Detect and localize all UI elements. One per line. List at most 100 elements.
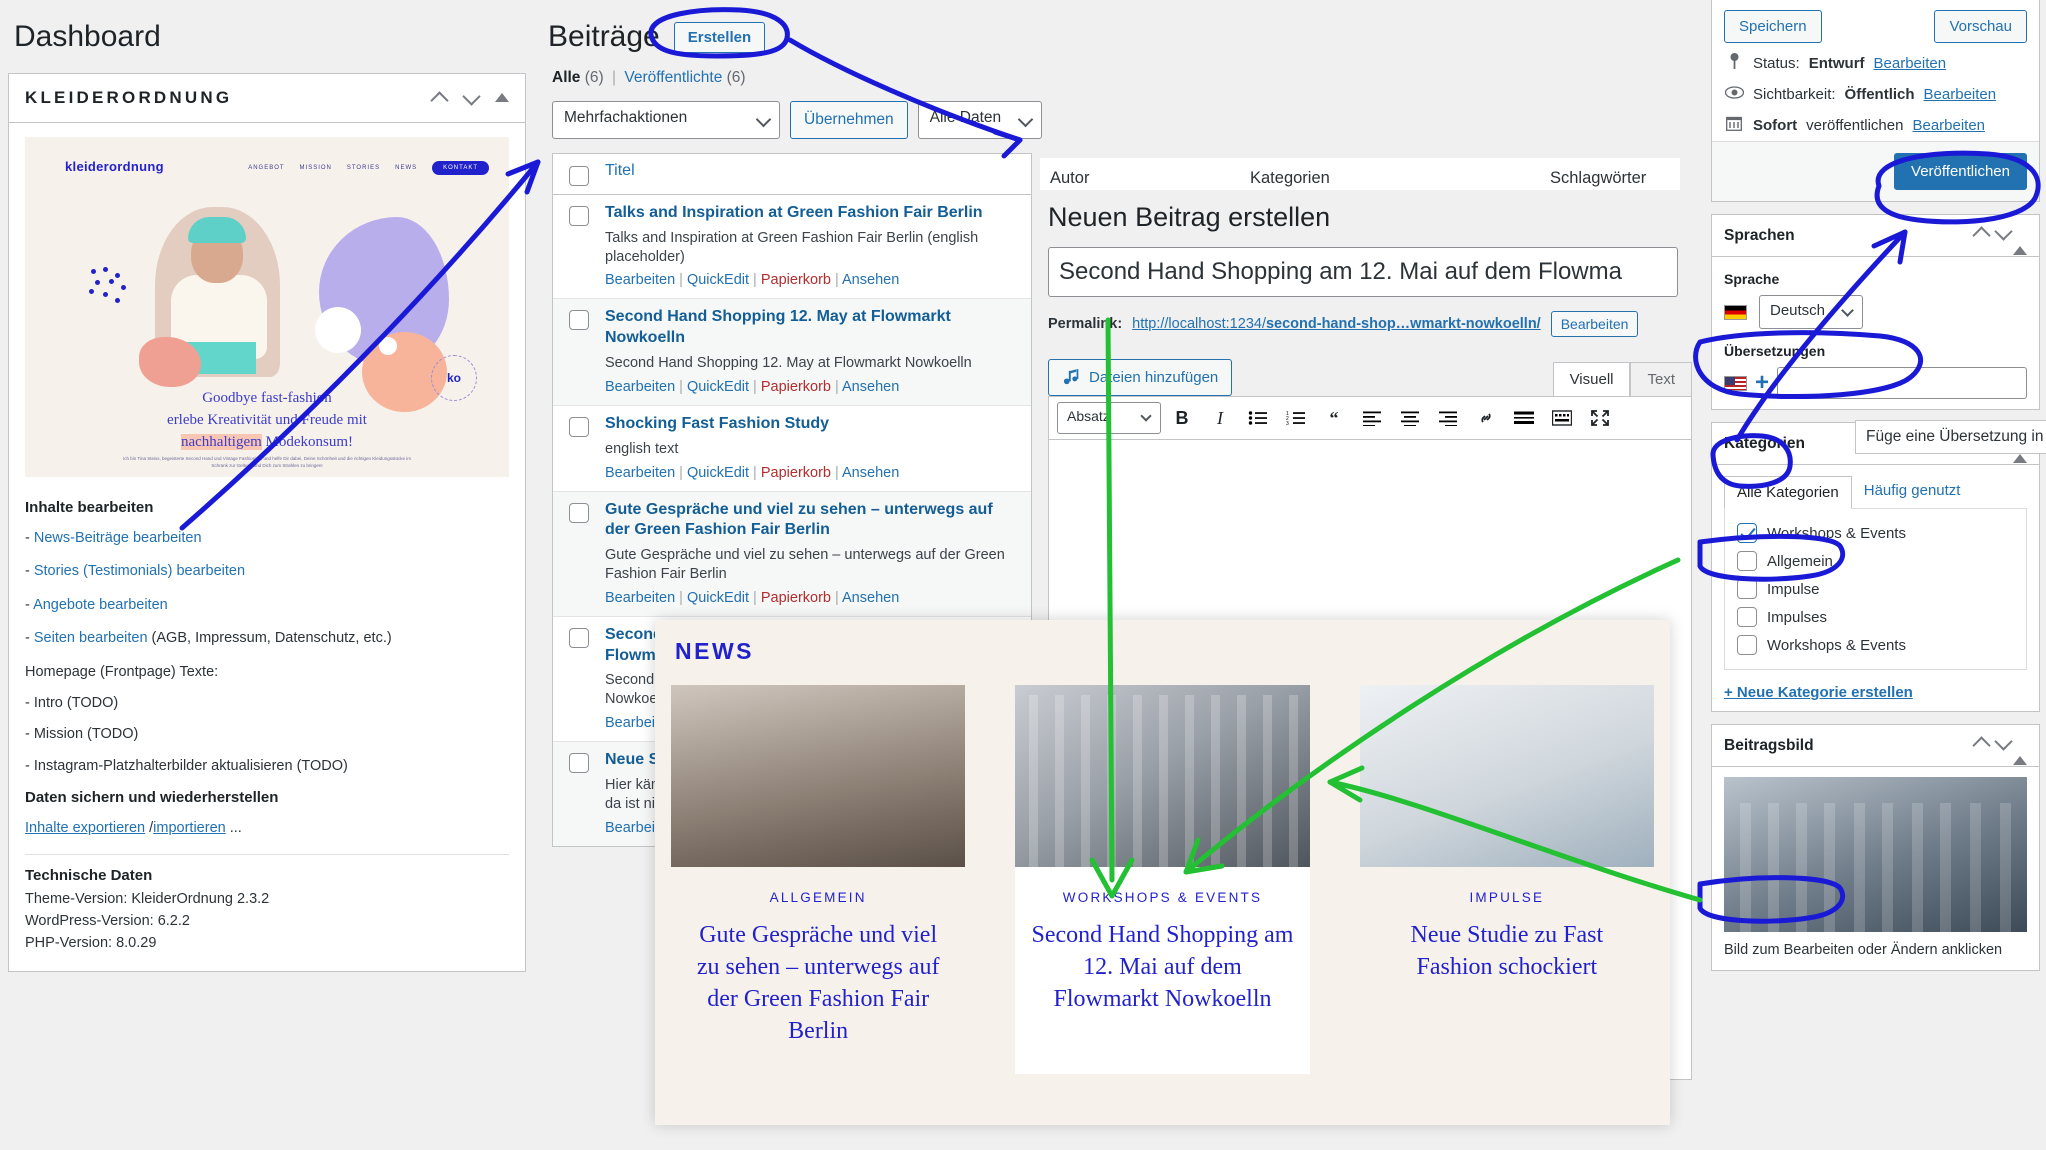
link-offers[interactable]: Angebote bearbeiten (33, 597, 168, 613)
row-action-trash[interactable]: Papierkorb (761, 590, 831, 606)
chevron-down-icon[interactable] (463, 89, 481, 107)
row-action-trash[interactable]: Papierkorb (761, 272, 831, 288)
row-checkbox[interactable] (569, 753, 589, 774)
row-action-edit[interactable]: Bearbeiten (605, 465, 675, 481)
row-checkbox[interactable] (569, 416, 589, 437)
visibility-edit-link[interactable]: Bearbeiten (1924, 86, 1997, 103)
category-checkbox[interactable] (1737, 579, 1757, 599)
column-header-tags[interactable]: Schlagwörter (1550, 169, 1646, 188)
row-action-view[interactable]: Ansehen (842, 272, 899, 288)
link-stories[interactable]: Stories (Testimonials) bearbeiten (34, 563, 245, 579)
numbered-list-icon[interactable]: 123 (1279, 403, 1313, 433)
row-checkbox[interactable] (569, 206, 589, 226)
collapse-triangle-icon[interactable] (2013, 229, 2027, 255)
category-item[interactable]: Impulse (1737, 575, 2014, 603)
row-action-edit[interactable]: Bearbeiten (605, 272, 675, 288)
news-card[interactable]: WORKSHOPS & EVENTS Second Hand Shopping … (1015, 685, 1310, 1074)
link-export-content[interactable]: Inhalte exportieren (25, 820, 145, 836)
format-select[interactable]: Absatz (1057, 402, 1161, 434)
language-select[interactable]: Deutsch (1759, 295, 1863, 329)
category-checkbox[interactable] (1737, 523, 1757, 543)
row-select-cell[interactable] (553, 299, 605, 404)
bulk-action-select[interactable]: Mehrfachaktionen (552, 101, 780, 139)
link-news-posts[interactable]: News-Beiträge bearbeiten (34, 530, 202, 546)
filter-all-label[interactable]: Alle (552, 69, 580, 86)
post-title[interactable]: Gute Gespräche und viel zu sehen – unter… (605, 500, 1021, 542)
row-checkbox[interactable] (569, 502, 589, 523)
link-import-content[interactable]: importieren (153, 820, 226, 836)
category-item[interactable]: Workshops & Events (1737, 519, 2014, 547)
add-translation-icon[interactable]: + (1755, 371, 1769, 395)
column-header-categories[interactable]: Kategorien (1250, 169, 1550, 188)
add-media-button[interactable]: Dateien hinzufügen (1048, 359, 1233, 396)
post-title[interactable]: Shocking Fast Fashion Study (605, 414, 1021, 435)
tab-text[interactable]: Text (1630, 362, 1692, 396)
edit-permalink-button[interactable]: Bearbeiten (1550, 311, 1639, 337)
select-all-checkbox[interactable] (569, 166, 589, 186)
category-item[interactable]: Impulses (1737, 603, 2014, 631)
status-edit-link[interactable]: Bearbeiten (1874, 55, 1947, 72)
apply-bulk-action-button[interactable]: Übernehmen (790, 101, 908, 139)
format-select-wrap[interactable]: Absatz (1057, 402, 1161, 434)
add-new-category-link[interactable]: + Neue Kategorie erstellen (1724, 684, 2027, 701)
italic-icon[interactable]: I (1203, 403, 1237, 433)
fullscreen-icon[interactable] (1583, 403, 1617, 433)
collapse-triangle-icon[interactable] (495, 93, 509, 102)
bullet-list-icon[interactable] (1241, 403, 1275, 433)
blockquote-icon[interactable]: “ (1317, 403, 1351, 433)
column-header-title[interactable]: Titel (605, 159, 635, 179)
chevron-up-icon[interactable] (1973, 224, 1991, 242)
collapse-triangle-icon[interactable] (2013, 739, 2027, 765)
date-filter-select-wrap[interactable]: Alle Daten (917, 101, 1042, 139)
row-action-view[interactable]: Ansehen (842, 379, 899, 395)
row-action-view[interactable]: Ansehen (842, 590, 899, 606)
chevron-up-icon[interactable] (431, 89, 449, 107)
row-action-quickedit[interactable]: QuickEdit (687, 272, 749, 288)
category-checkbox[interactable] (1737, 607, 1757, 627)
chevron-down-icon[interactable] (1995, 734, 2013, 752)
tab-visual[interactable]: Visuell (1552, 362, 1631, 396)
chevron-up-icon[interactable] (1973, 734, 1991, 752)
read-more-icon[interactable] (1507, 403, 1541, 433)
row-select-cell[interactable] (553, 492, 605, 616)
create-post-button[interactable]: Erstellen (673, 21, 766, 53)
chevron-down-icon[interactable] (1995, 224, 2013, 242)
select-all-cell[interactable] (553, 162, 605, 186)
translation-input[interactable] (1777, 367, 2027, 399)
post-title[interactable]: Second Hand Shopping 12. May at Flowmark… (605, 307, 1021, 349)
publish-button[interactable]: Veröffentlichen (1894, 153, 2027, 190)
row-checkbox[interactable] (569, 627, 589, 648)
row-action-quickedit[interactable]: QuickEdit (687, 465, 749, 481)
align-center-icon[interactable] (1393, 403, 1427, 433)
widget-header-controls[interactable] (431, 89, 509, 107)
post-title[interactable]: Talks and Inspiration at Green Fashion F… (605, 203, 1021, 224)
row-action-quickedit[interactable]: QuickEdit (687, 379, 749, 395)
bold-icon[interactable]: B (1165, 403, 1199, 433)
link-icon[interactable] (1469, 403, 1503, 433)
permalink-value[interactable]: http://localhost:1234/second-hand-shop…w… (1132, 316, 1541, 332)
preview-button[interactable]: Vorschau (1934, 10, 2027, 43)
category-checkbox[interactable] (1737, 551, 1757, 571)
row-action-quickedit[interactable]: QuickEdit (687, 590, 749, 606)
row-select-cell[interactable] (553, 406, 605, 491)
news-card[interactable]: ALLGEMEIN Gute Gespräche und viel zu seh… (671, 685, 966, 1074)
news-card[interactable]: IMPULSE Neue Studie zu Fast Fashion scho… (1359, 685, 1654, 1074)
row-select-cell[interactable] (553, 617, 605, 741)
row-select-cell[interactable] (553, 742, 605, 845)
tab-all-categories[interactable]: Alle Kategorien (1724, 476, 1852, 509)
align-left-icon[interactable] (1355, 403, 1389, 433)
category-item[interactable]: Allgemein (1737, 547, 2014, 575)
language-select-wrap[interactable]: Deutsch (1759, 295, 1863, 329)
row-select-cell[interactable] (553, 195, 605, 298)
link-pages[interactable]: Seiten bearbeiten (34, 630, 148, 646)
row-checkbox[interactable] (569, 310, 589, 331)
save-draft-button[interactable]: Speichern (1724, 10, 1822, 43)
date-filter-select[interactable]: Alle Daten (917, 101, 1042, 139)
bulk-action-select-wrap[interactable]: Mehrfachaktionen (552, 101, 780, 139)
category-item[interactable]: Workshops & Events (1737, 631, 2014, 659)
category-checkbox[interactable] (1737, 635, 1757, 655)
row-action-trash[interactable]: Papierkorb (761, 465, 831, 481)
post-title-input[interactable] (1048, 247, 1678, 297)
schedule-edit-link[interactable]: Bearbeiten (1912, 117, 1985, 134)
toolbar-toggle-icon[interactable] (1545, 403, 1579, 433)
